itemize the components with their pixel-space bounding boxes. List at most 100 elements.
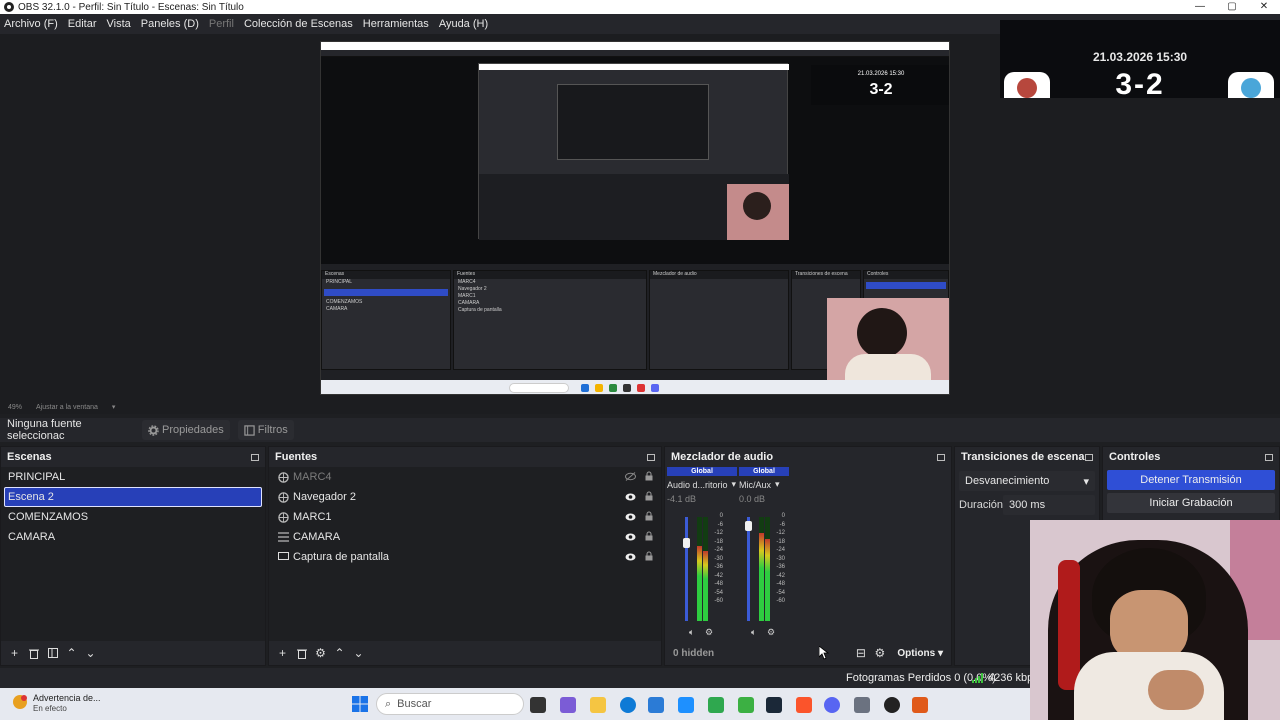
window-title: OBS 32.1.0 - Perfil: Sin Título - Escena… bbox=[18, 1, 244, 13]
nested-app-icon bbox=[581, 384, 589, 392]
channel-name[interactable]: Mic/Aux ▾ bbox=[739, 479, 789, 490]
speaker-icon[interactable]: 🔈︎ bbox=[689, 627, 694, 638]
menu-item-4[interactable]: Perfil bbox=[209, 18, 234, 30]
file-explorer-icon[interactable] bbox=[590, 697, 606, 713]
scene-item[interactable]: CAMARA bbox=[1, 527, 265, 547]
brave-icon[interactable] bbox=[796, 697, 812, 713]
level-meter bbox=[703, 517, 708, 621]
undock-icon[interactable] bbox=[1085, 453, 1093, 461]
source-item[interactable]: MARC1 bbox=[269, 507, 661, 527]
source-item[interactable]: MARC4 bbox=[269, 467, 661, 487]
properties-button[interactable]: Propiedades bbox=[142, 420, 230, 440]
duration-stepper[interactable]: 300 ms bbox=[1003, 495, 1095, 515]
db-tick: -30 bbox=[714, 555, 723, 562]
eye-icon[interactable] bbox=[625, 512, 636, 524]
scene-item[interactable]: COMENZAMOS bbox=[1, 507, 265, 527]
windows-start-icon[interactable] bbox=[352, 696, 368, 712]
eye-icon[interactable] bbox=[625, 552, 636, 564]
excel-icon[interactable] bbox=[738, 697, 754, 713]
chevron-down-icon[interactable]: ▾ bbox=[112, 403, 116, 411]
volume-slider[interactable] bbox=[747, 517, 750, 621]
lock-icon[interactable] bbox=[645, 531, 653, 544]
app-icon[interactable] bbox=[708, 697, 724, 713]
add-source-button[interactable]: + bbox=[273, 643, 292, 663]
scene-filter-icon[interactable] bbox=[43, 643, 62, 663]
close-icon[interactable]: ✕ bbox=[1248, 0, 1280, 14]
scene-item[interactable]: PRINCIPAL bbox=[1, 467, 265, 487]
menu-item-1[interactable]: Editar bbox=[68, 18, 97, 30]
gear-icon[interactable]: ⚙ bbox=[311, 643, 330, 663]
menu-item-2[interactable]: Vista bbox=[107, 18, 131, 30]
source-item[interactable]: Navegador 2 bbox=[269, 487, 661, 507]
menu-item-5[interactable]: Colección de Escenas bbox=[244, 18, 353, 30]
lock-icon[interactable] bbox=[645, 491, 653, 504]
volume-slider[interactable] bbox=[685, 517, 688, 621]
filters-button[interactable]: Filtros bbox=[237, 420, 294, 440]
start-recording-button[interactable]: Iniciar Grabación bbox=[1107, 493, 1275, 513]
headphones-icon[interactable]: ⚙ bbox=[767, 627, 775, 638]
minimize-icon[interactable]: — bbox=[1184, 0, 1216, 14]
trash-icon[interactable] bbox=[24, 643, 43, 663]
taskbar-search[interactable]: ⌕ Buscar bbox=[376, 693, 524, 715]
speaker-icon[interactable]: 🔈︎ bbox=[751, 627, 756, 638]
obs-taskbar-icon[interactable] bbox=[884, 697, 900, 713]
volume-knob[interactable] bbox=[745, 521, 752, 532]
add-scene-button[interactable]: + bbox=[5, 643, 24, 663]
scene-item[interactable]: Escena 2 bbox=[4, 487, 262, 507]
zoom-level[interactable]: 49% bbox=[8, 404, 22, 411]
chevron-up-icon[interactable]: ⌃ bbox=[62, 643, 81, 663]
nested-scenes-title: Escenas bbox=[322, 271, 450, 279]
eye-hidden-icon[interactable] bbox=[625, 472, 636, 484]
undock-icon[interactable] bbox=[1265, 453, 1273, 461]
source-item[interactable]: Captura de pantalla bbox=[269, 547, 661, 567]
layout-toggle-icon[interactable]: ⊟ bbox=[851, 643, 870, 663]
menu-item-6[interactable]: Herramientas bbox=[363, 18, 429, 30]
nested-scene-item: CAMARA bbox=[326, 306, 348, 312]
menu-item-3[interactable]: Paneles (D) bbox=[141, 18, 199, 30]
nested-mixer-dock: Mezclador de audio bbox=[649, 270, 789, 370]
undock-icon[interactable] bbox=[251, 453, 259, 461]
transition-select[interactable]: Desvanecimiento ▾ bbox=[959, 471, 1095, 491]
settings-icon[interactable] bbox=[854, 697, 870, 713]
copilot-icon[interactable] bbox=[560, 697, 576, 713]
browser-icon bbox=[277, 511, 289, 523]
app-icon[interactable] bbox=[912, 697, 928, 713]
db-tick: -60 bbox=[714, 598, 723, 604]
store-icon[interactable] bbox=[648, 697, 664, 713]
list-icon bbox=[277, 531, 289, 543]
level-fill bbox=[765, 539, 770, 621]
discord-icon[interactable] bbox=[824, 697, 840, 713]
nested-source-item: CAMARA bbox=[458, 300, 480, 306]
db-tick: -36 bbox=[776, 564, 785, 570]
headphones-icon[interactable]: ⚙ bbox=[705, 627, 713, 638]
chevron-down-icon: ▾ bbox=[775, 479, 780, 489]
lock-icon[interactable] bbox=[645, 551, 653, 564]
task-view-icon[interactable] bbox=[530, 697, 546, 713]
lock-icon[interactable] bbox=[645, 511, 653, 524]
preview-canvas[interactable]: 21.03.2026 15:30 3-2 Escenas PRINCIPAL C… bbox=[320, 41, 950, 395]
undock-icon[interactable] bbox=[647, 453, 655, 461]
menu-item-7[interactable]: Ayuda (H) bbox=[439, 18, 488, 30]
trash-icon[interactable] bbox=[292, 643, 311, 663]
channel-name[interactable]: Audio d...ritorio ▾ bbox=[667, 479, 737, 490]
eye-icon[interactable] bbox=[625, 532, 636, 544]
fit-window-label[interactable]: Ajustar a la ventana bbox=[36, 404, 98, 411]
chevron-down-icon[interactable]: ⌄ bbox=[81, 643, 100, 663]
steam-icon[interactable] bbox=[766, 697, 782, 713]
source-item[interactable]: CAMARA bbox=[269, 527, 661, 547]
options-button[interactable]: Options ▾ bbox=[897, 648, 943, 659]
advanced-audio-icon[interactable]: ⚙ bbox=[870, 643, 889, 663]
chevron-down-icon[interactable]: ⌄ bbox=[349, 643, 368, 663]
volume-knob[interactable] bbox=[683, 537, 690, 548]
no-source-selected-label: Ninguna fuente seleccionac bbox=[7, 418, 82, 442]
monitor-icon bbox=[277, 551, 289, 563]
mail-icon[interactable] bbox=[678, 697, 694, 713]
menu-item-0[interactable]: Archivo (F) bbox=[4, 18, 58, 30]
chevron-up-icon[interactable]: ⌃ bbox=[330, 643, 349, 663]
eye-icon[interactable] bbox=[625, 492, 636, 504]
undock-icon[interactable] bbox=[937, 453, 945, 461]
lock-icon[interactable] bbox=[645, 471, 653, 484]
maximize-icon[interactable]: ▢ bbox=[1216, 0, 1248, 14]
stop-stream-button[interactable]: Detener Transmisión bbox=[1107, 470, 1275, 490]
edge-icon[interactable] bbox=[620, 697, 636, 713]
